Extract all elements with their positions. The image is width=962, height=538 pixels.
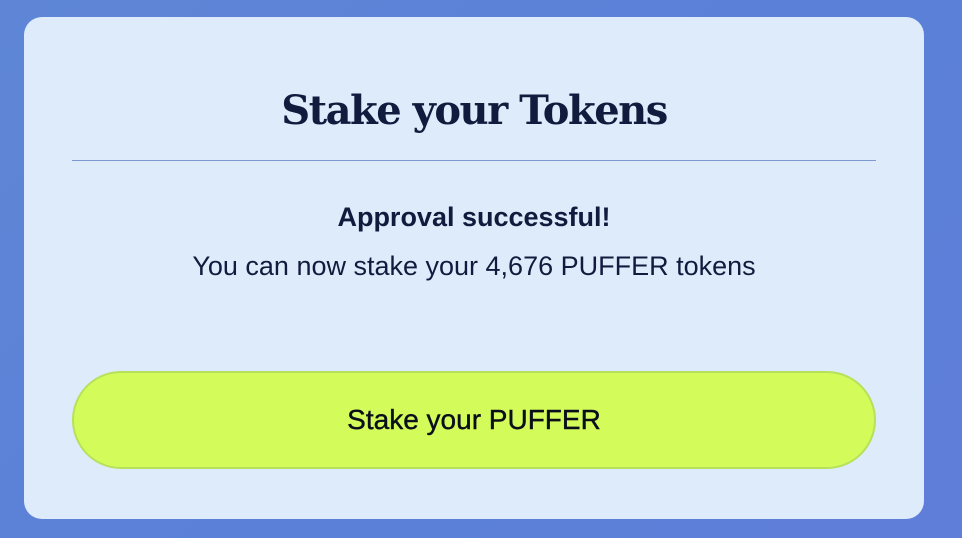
approval-status-heading: Approval successful! bbox=[337, 202, 611, 232]
page-background: { "modal": { "title": "Stake your Tokens… bbox=[0, 0, 962, 538]
stake-modal: Stake your Tokens Approval successful! Y… bbox=[24, 17, 924, 519]
stake-puffer-button[interactable]: Stake your PUFFER bbox=[72, 371, 876, 469]
stake-button-label: Stake your PUFFER bbox=[347, 404, 601, 435]
title-divider bbox=[72, 160, 876, 161]
modal-title: Stake your Tokens bbox=[281, 87, 668, 134]
approval-status-message: You can now stake your 4,676 PUFFER toke… bbox=[192, 251, 756, 281]
